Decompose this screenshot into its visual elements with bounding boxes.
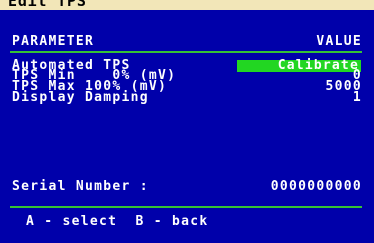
- row-label-display-damping: Display Damping: [12, 90, 149, 105]
- footer-hint: A - select B - back: [26, 214, 209, 229]
- row-value-display-damping: 1: [352, 90, 362, 105]
- calibrate-button[interactable]: Calibrate: [237, 59, 361, 72]
- serial-number-label: Serial Number :: [12, 179, 149, 194]
- window-title: Edit TPS: [8, 0, 87, 10]
- value-column-header: VALUE: [316, 34, 362, 49]
- title-bar: Edit TPS: [0, 0, 374, 10]
- settings-screen: PARAMETER VALUE Automated TPS Calibrate …: [0, 10, 374, 243]
- footer-divider: [10, 206, 362, 208]
- serial-number-value: 0000000000: [270, 179, 362, 194]
- parameter-column-header: PARAMETER: [12, 34, 95, 49]
- header-divider: [10, 51, 362, 53]
